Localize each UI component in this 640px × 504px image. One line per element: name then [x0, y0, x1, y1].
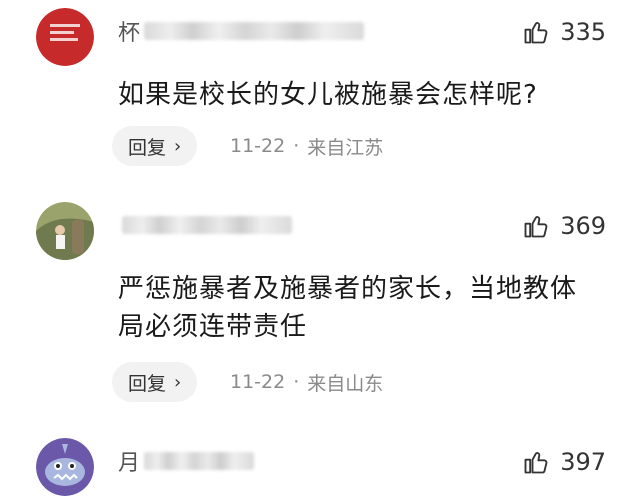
avatar-image [36, 438, 94, 496]
chevron-right-icon: › [174, 371, 182, 393]
comment-date: 11-22 [230, 371, 286, 393]
username-visible-part: 杯 [118, 21, 141, 46]
username[interactable] [118, 210, 292, 240]
avatar-image [36, 8, 94, 66]
avatar[interactable] [36, 202, 94, 260]
avatar[interactable] [36, 8, 94, 66]
chevron-right-icon: › [174, 135, 182, 157]
username-visible-part: 月 [118, 451, 141, 476]
reply-label: 回复 [128, 136, 167, 159]
like-button[interactable]: 335 [522, 14, 606, 50]
username-redaction [144, 452, 255, 470]
comment-line: 如果是校长的女儿被施暴会怎样呢? [118, 80, 538, 110]
username[interactable]: 月 [118, 446, 255, 476]
reply-button[interactable]: 回复 › [112, 362, 198, 402]
comment-meta: 11-22 · 来自山东 [230, 362, 383, 402]
reply-button[interactable]: 回复 › [112, 126, 198, 166]
thumbs-up-icon [524, 22, 548, 44]
comment-location: 来自山东 [307, 372, 384, 395]
thumbs-up-icon [524, 452, 548, 474]
comment-date: 11-22 [230, 135, 286, 157]
comment-meta: 11-22 · 来自江苏 [230, 126, 383, 166]
username[interactable]: 杯 [118, 16, 365, 46]
username-redaction [144, 22, 365, 40]
like-count: 397 [560, 448, 606, 476]
like-button[interactable]: 369 [522, 208, 606, 244]
thumbs-up-icon [524, 216, 548, 238]
like-button[interactable]: 397 [522, 444, 606, 480]
username-redaction [122, 216, 292, 234]
comment-line: 局必须连带责任 [118, 312, 308, 342]
comment-location: 来自江苏 [307, 136, 384, 159]
like-count: 369 [560, 212, 606, 240]
like-count: 335 [560, 18, 606, 46]
comment-line: 严惩施暴者及施暴者的家长，当地教体 [118, 274, 578, 304]
separator-dot: · [293, 371, 300, 393]
separator-dot: · [293, 135, 300, 157]
reply-label: 回复 [128, 372, 167, 395]
comment-text: 严惩施暴者及施暴者的家长，当地教体 局必须连带责任 [118, 270, 618, 346]
avatar-image [36, 202, 94, 260]
avatar[interactable] [36, 438, 94, 496]
comment-text: 如果是校长的女儿被施暴会怎样呢? [118, 76, 618, 114]
